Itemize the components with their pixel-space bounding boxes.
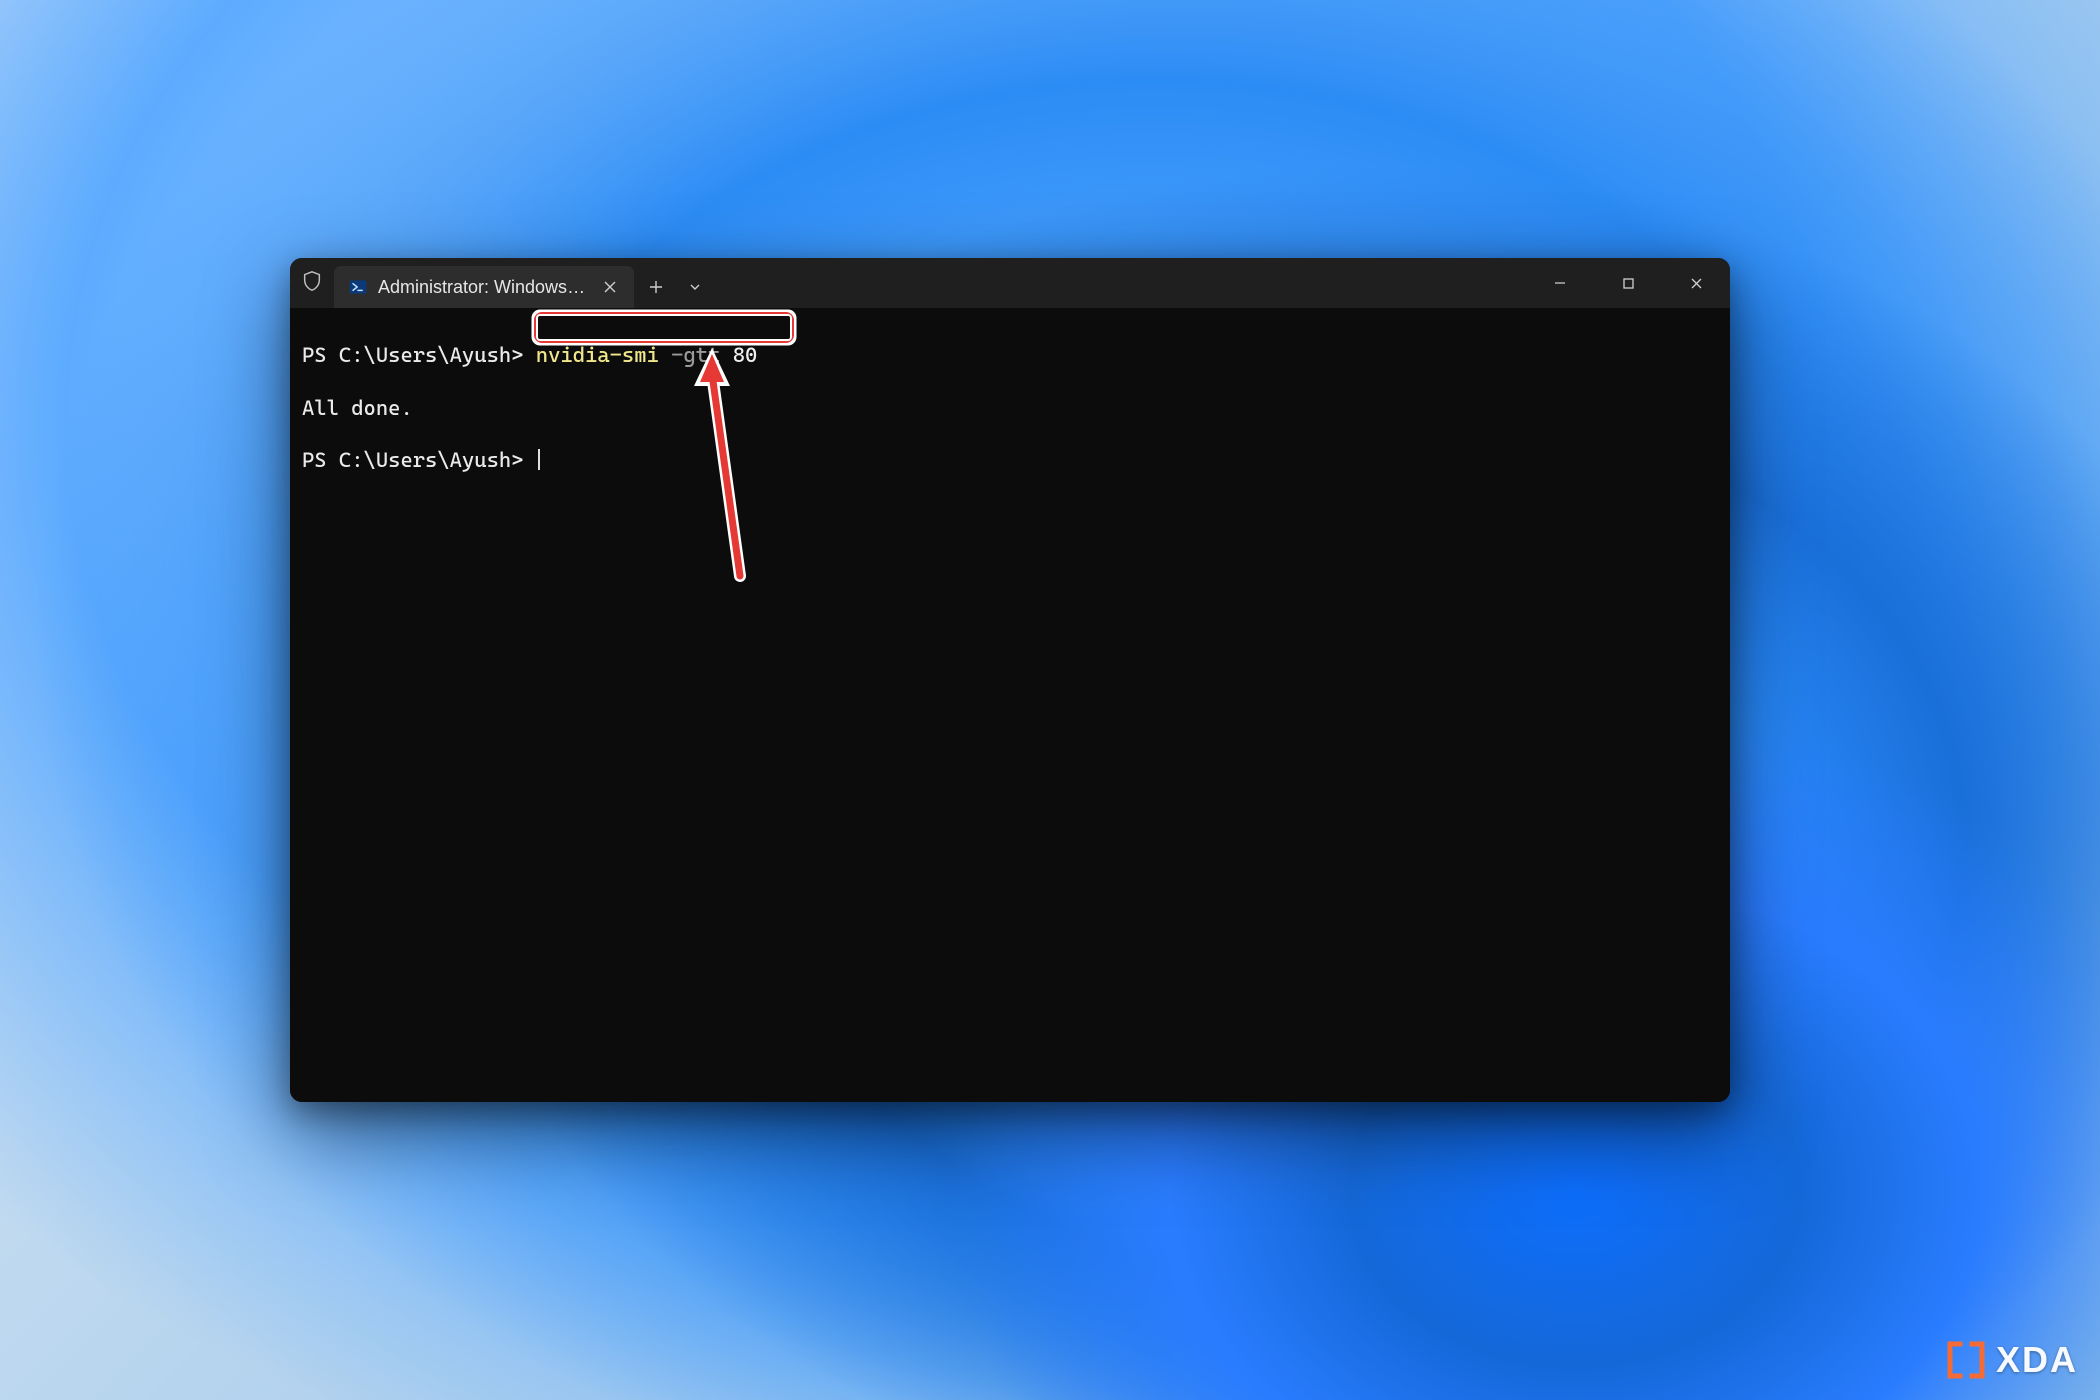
terminal-window: Administrator: Windows Powe — [290, 258, 1730, 1102]
terminal-output[interactable]: PS C:\Users\Ayush> nvidia-smi -gtt 80 Al… — [290, 308, 1730, 1102]
xda-logo-icon — [1944, 1338, 1988, 1382]
desktop-background: Administrator: Windows Powe — [0, 0, 2100, 1400]
new-tab-button[interactable] — [634, 266, 678, 308]
tab-close-button[interactable] — [598, 275, 622, 299]
uac-shield-icon — [290, 258, 334, 308]
annotation-highlight-box — [533, 311, 795, 344]
maximize-button[interactable] — [1594, 258, 1662, 308]
xda-watermark: XDA — [1944, 1338, 2078, 1382]
terminal-line: All done. — [302, 395, 1718, 421]
tab-powershell[interactable]: Administrator: Windows Powe — [334, 266, 634, 308]
tab-title: Administrator: Windows Powe — [378, 277, 588, 298]
window-titlebar[interactable]: Administrator: Windows Powe — [290, 258, 1730, 308]
terminal-line: PS C:\Users\Ayush> — [302, 447, 1718, 473]
powershell-icon — [348, 277, 368, 297]
command-executable: nvidia-smi — [536, 343, 659, 367]
command-arg: 80 — [733, 343, 758, 367]
xda-logo-text: XDA — [1996, 1339, 2078, 1381]
command-flag: -gtt — [671, 343, 720, 367]
terminal-cursor — [538, 449, 540, 470]
minimize-button[interactable] — [1526, 258, 1594, 308]
terminal-line: PS C:\Users\Ayush> nvidia-smi -gtt 80 — [302, 342, 1718, 368]
close-window-button[interactable] — [1662, 258, 1730, 308]
tab-dropdown-button[interactable] — [678, 266, 712, 308]
